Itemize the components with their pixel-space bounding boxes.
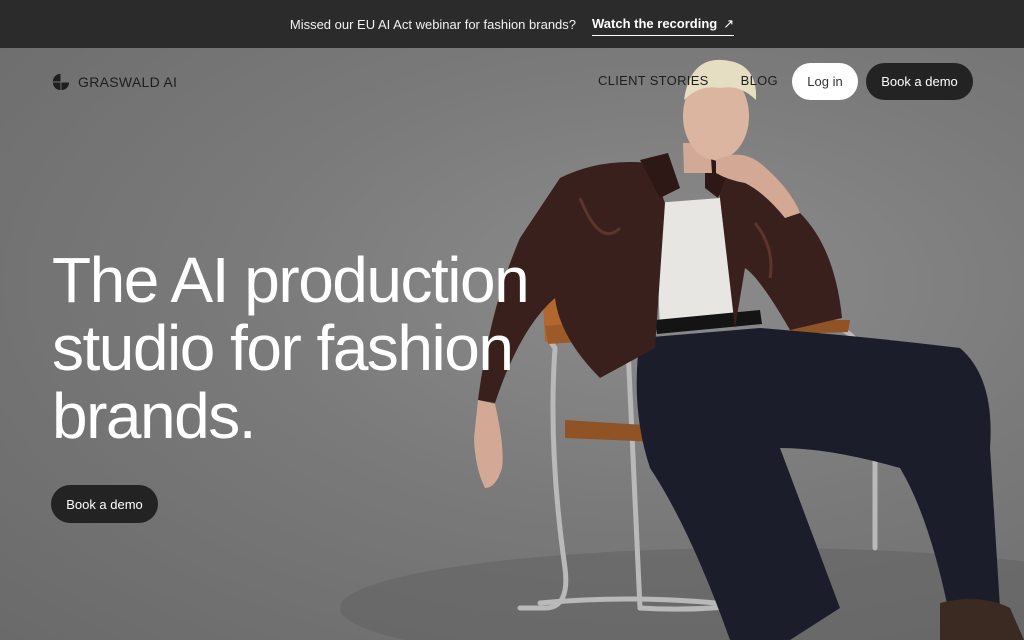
book-demo-hero-button[interactable]: Book a demo [51,485,158,523]
headline-line-3: brands. [52,380,256,452]
book-demo-header-button[interactable]: Book a demo [866,63,973,100]
login-button[interactable]: Log in [792,63,858,100]
nav-client-stories[interactable]: CLIENT STORIES [598,73,709,88]
arrow-up-right-icon: ↗ [723,15,735,31]
hero-headline: The AI production studio for fashion bra… [52,246,592,450]
watch-recording-link[interactable]: Watch the recording ↗ [592,15,735,36]
announcement-text: Missed our EU AI Act webinar for fashion… [289,16,577,32]
headline-line-1: The AI production [52,244,530,316]
headline-line-2: studio for fashion [52,312,514,384]
main-nav: CLIENT STORIES BLOG [598,73,778,88]
announcement-bar: Missed our EU AI Act webinar for fashion… [0,0,1024,48]
brand-name: GRASWALD AI [78,73,178,90]
nav-blog[interactable]: BLOG [741,73,778,88]
site-header: GRASWALD AI CLIENT STORIES BLOG Log in B… [0,48,1024,114]
brand-logo[interactable]: GRASWALD AI [51,72,177,91]
watch-recording-label: Watch the recording [592,16,718,31]
graswald-logo-icon [52,73,70,91]
